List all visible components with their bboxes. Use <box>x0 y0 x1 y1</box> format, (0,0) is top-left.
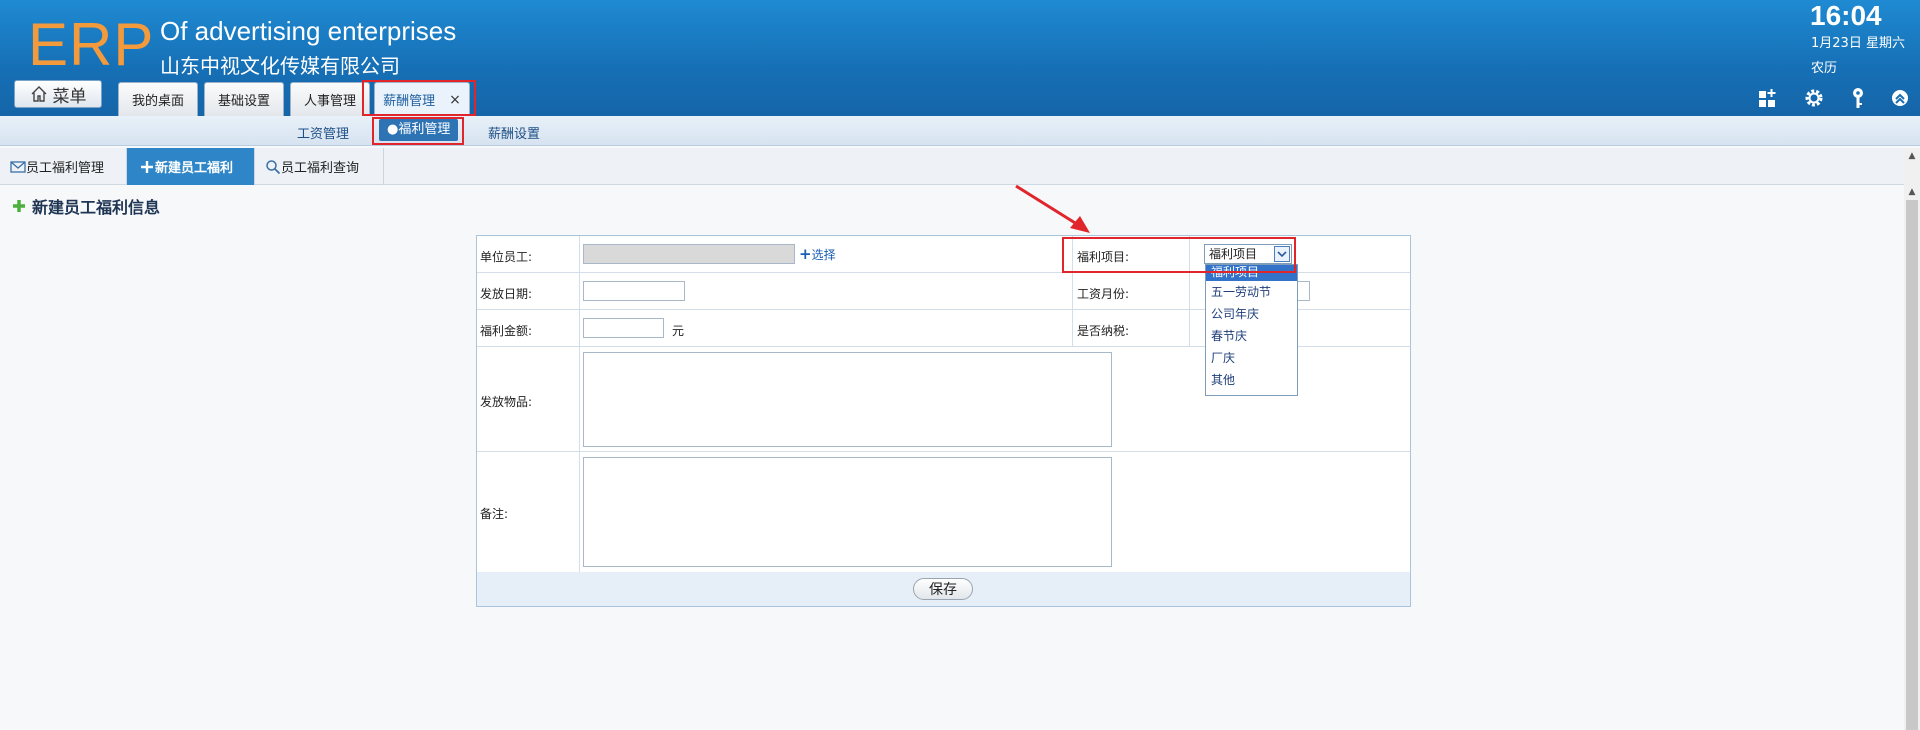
employee-field[interactable] <box>583 244 795 264</box>
sub-navigation: 工资管理 ●福利管理 薪酬设置 <box>0 116 1920 146</box>
salary-month-label: 工资月份: <box>1077 287 1130 301</box>
subnav-pay-settings[interactable]: 薪酬设置 <box>488 123 540 142</box>
amount-label: 福利金额: <box>480 324 533 338</box>
subnav-salary[interactable]: 工资管理 <box>297 123 349 142</box>
home-icon <box>31 86 46 102</box>
page-title-text: 新建员工福利信息 <box>32 198 161 217</box>
annotation-arrow-icon <box>1015 184 1090 233</box>
company-name-en: Of advertising enterprises <box>160 16 457 46</box>
vertical-scrollbar[interactable]: ▲ ▲ <box>1904 148 1920 730</box>
option-labor-day[interactable]: 五一劳动节 <box>1206 281 1297 303</box>
tool-tab-welfare-query[interactable]: 员工福利查询 <box>255 148 384 185</box>
page-title: 新建员工福利信息 <box>12 194 160 218</box>
option-factory-anniversary[interactable]: 厂庆 <box>1206 347 1297 369</box>
tab-hr-management[interactable]: 人事管理 <box>290 82 370 116</box>
tab-label: 人事管理 <box>303 94 356 109</box>
highlight-box <box>362 80 476 116</box>
tab-label: 我的桌面 <box>131 94 184 109</box>
app-logo: ERP <box>28 11 155 78</box>
items-textarea[interactable] <box>583 352 1112 447</box>
form-row: 备注: <box>477 452 1410 572</box>
main-menu-button[interactable]: 菜单 <box>14 80 102 108</box>
scroll-up-icon[interactable]: ▲ <box>1906 150 1918 162</box>
tool-tab-label: 员工福利管理 <box>26 161 105 176</box>
clock-date: 1月23日 星期六 <box>1811 36 1905 51</box>
tab-label: 基础设置 <box>217 94 270 109</box>
tool-tab-label: 新建员工福利 <box>155 161 234 176</box>
tool-tab-label: 员工福利查询 <box>281 161 360 176</box>
green-plus-icon <box>13 200 25 212</box>
tab-my-desktop[interactable]: 我的桌面 <box>118 82 198 116</box>
clock-time: 16:04 <box>1810 0 1882 31</box>
lunar-calendar-link[interactable]: 农历 <box>1811 57 1837 76</box>
grid-add-icon[interactable] <box>1757 86 1781 110</box>
form-footer: 保存 <box>477 572 1410 606</box>
app-header: ERP Of advertising enterprises 山东中视文化传媒有… <box>0 0 1920 116</box>
tool-tab-welfare-management[interactable]: 员工福利管理 <box>0 148 127 185</box>
highlight-box <box>372 117 464 145</box>
tool-tabs: 员工福利管理 新建员工福利 员工福利查询 <box>0 148 1906 185</box>
option-company-anniversary[interactable]: 公司年庆 <box>1206 303 1297 325</box>
plus-icon <box>141 160 153 173</box>
save-button[interactable]: 保存 <box>913 578 973 600</box>
note-label: 备注: <box>480 507 509 521</box>
main-menu-label: 菜单 <box>52 86 87 107</box>
company-name-cn: 山东中视文化传媒有限公司 <box>160 54 400 78</box>
issue-date-label: 发放日期: <box>480 287 533 301</box>
issue-date-field[interactable] <box>583 281 685 301</box>
items-label: 发放物品: <box>480 395 533 409</box>
mail-icon <box>10 160 26 173</box>
key-icon[interactable] <box>1846 86 1870 110</box>
collapse-up-icon[interactable] <box>1888 86 1912 110</box>
employee-label: 单位员工: <box>480 250 533 264</box>
note-textarea[interactable] <box>583 457 1112 567</box>
select-employee-link[interactable]: +选择 <box>799 245 836 263</box>
divider <box>579 236 580 572</box>
amount-field[interactable] <box>583 318 664 338</box>
amount-unit: 元 <box>672 324 685 338</box>
welfare-item-options: 福利项目 五一劳动节 公司年庆 春节庆 厂庆 其他 <box>1205 264 1298 396</box>
gear-icon[interactable] <box>1802 86 1826 110</box>
tool-tab-new-welfare[interactable]: 新建员工福利 <box>127 148 255 185</box>
highlight-box <box>1062 237 1296 273</box>
option-other[interactable]: 其他 <box>1206 369 1297 391</box>
select-link-text: 选择 <box>811 248 836 262</box>
search-icon <box>266 159 281 174</box>
taxable-label: 是否纳税: <box>1077 324 1130 338</box>
tab-basic-settings[interactable]: 基础设置 <box>204 82 284 116</box>
plus-small-icon: + <box>799 245 812 263</box>
scroll-up-icon[interactable]: ▲ <box>1906 186 1918 198</box>
scroll-thumb[interactable] <box>1906 200 1918 730</box>
option-spring-festival[interactable]: 春节庆 <box>1206 325 1297 347</box>
